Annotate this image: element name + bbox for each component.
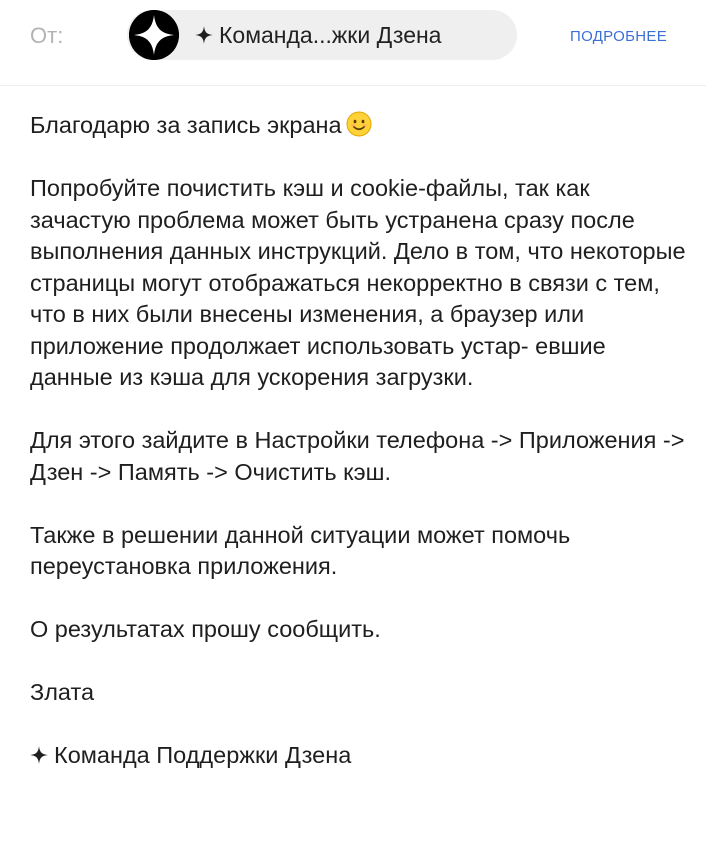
paragraph-report-back: О результатах прошу сообщить. (30, 616, 381, 642)
sender-name: Команда...жки Дзена (195, 21, 441, 49)
sender-chip[interactable]: Команда...жки Дзена (127, 10, 517, 60)
paragraph-cache-advice: Попробуйте почистить кэш и cookie-файлы,… (30, 175, 686, 390)
signature-name: Злата (30, 679, 95, 705)
signature-team: Команда Поддержки Дзена (30, 740, 690, 772)
signature-team-text: Команда Поддержки Дзена (54, 742, 352, 768)
greeting-line: Благодарю за запись экрана (30, 110, 690, 142)
greeting-text: Благодарю за запись экрана (30, 112, 342, 138)
smiling-face-emoji-icon (346, 111, 372, 137)
sparkle-star-icon (195, 26, 213, 44)
message-header: От: Команда...жки Дзена Подробнее (0, 0, 706, 86)
message-body: Благодарю за запись экрана Попробуйте по… (30, 110, 690, 803)
from-label: От: (30, 23, 64, 48)
zen-logo-avatar-icon (129, 10, 179, 60)
paragraph-instructions: Для этого зайдите в Настройки телефона -… (30, 427, 685, 485)
paragraph-reinstall: Также в решении данной ситуации может по… (30, 521, 571, 580)
sparkle-star-icon (30, 746, 48, 764)
sender-name-text: Команда...жки Дзена (219, 22, 442, 48)
details-link[interactable]: Подробнее (570, 28, 667, 45)
